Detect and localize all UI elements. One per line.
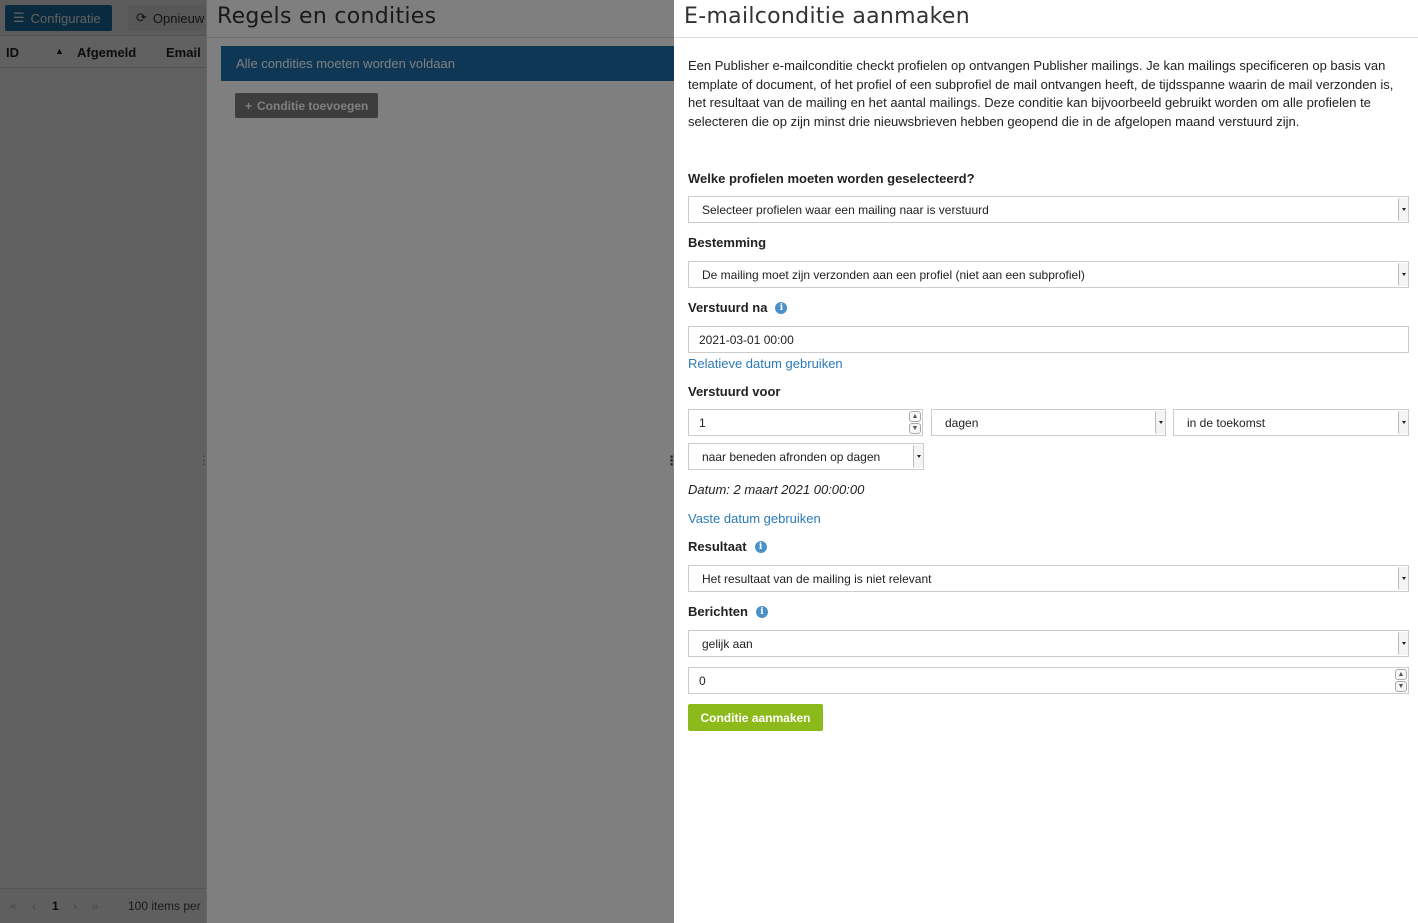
chevron-down-icon [1398,632,1408,655]
create-condition-button[interactable]: Conditie aanmaken [688,704,823,731]
result-label-text: Resultaat [688,539,747,554]
divider [674,37,1418,38]
configure-label: Configuratie [30,10,101,26]
resize-handle-icon[interactable]: ⋮ [198,452,206,468]
next-page-icon[interactable]: › [73,899,77,913]
sent-after-label-text: Verstuurd na [688,300,768,315]
destination-label: Bestemming [688,235,766,250]
sent-after-input[interactable]: 2021-03-01 00:00 [688,326,1409,353]
items-per-page[interactable]: 100 items per [128,899,201,913]
result-select[interactable]: Het resultaat van de mailing is niet rel… [688,565,1409,592]
plus-icon: + [245,98,253,113]
number-stepper[interactable]: ▲ ▼ [909,411,921,434]
messages-count: 0 [699,673,706,688]
chevron-down-icon [1398,198,1408,221]
pager: « ‹ 1 › » 100 items per [0,888,206,923]
info-icon[interactable]: i [755,605,768,618]
sliders-icon: ☰ [13,10,25,25]
column-header-afgemeld[interactable]: Afgemeld [77,45,136,60]
last-page-icon[interactable]: » [92,899,99,913]
messages-label-text: Berichten [688,604,748,619]
email-condition-dialog: E-mailconditie aanmaken Een Publisher e-… [674,0,1418,923]
conditions-banner: Alle condities moeten worden voldaan [221,46,675,81]
destination-label-text: Bestemming [688,235,767,250]
add-condition-button[interactable]: + Conditie toevoegen [235,93,379,118]
result-select-value: Het resultaat van de mailing is niet rel… [702,571,932,586]
table-header: ID ▲ Afgemeld Email [0,36,206,68]
refresh-button[interactable]: ⟳ Opnieuw [128,5,206,31]
sort-asc-icon[interactable]: ▲ [55,46,64,56]
sent-before-amount: 1 [699,415,706,430]
refresh-icon: ⟳ [136,10,147,25]
column-header-email[interactable]: Email [166,45,201,60]
destination-select[interactable]: De mailing moet zijn verzonden aan een p… [688,261,1409,288]
chevron-down-icon [913,445,923,468]
result-label: Resultaat i [688,539,767,554]
stepper-down-icon[interactable]: ▼ [1395,681,1407,692]
sent-before-direction-select[interactable]: in de toekomst [1173,409,1409,436]
add-condition-label: Conditie toevoegen [257,98,369,113]
messages-count-input[interactable]: 0 ▲ ▼ [688,667,1409,694]
refresh-label: Opnieuw [152,10,205,26]
sent-before-amount-input[interactable]: 1 ▲ ▼ [688,409,923,436]
messages-operator: gelijk aan [702,636,753,651]
destination-select-value: De mailing moet zijn verzonden aan een p… [702,267,1085,282]
sent-after-value: 2021-03-01 00:00 [699,332,794,347]
divider [207,37,675,38]
profiles-label-text: Welke profielen moeten worden geselectee… [688,171,975,186]
profiles-select[interactable]: Selecteer profielen waar een mailing naa… [688,196,1409,223]
panel-title: Regels en condities [217,4,437,29]
rules-panel: Regels en condities Alle condities moete… [206,0,678,923]
chevron-down-icon [1398,411,1408,434]
profiles-select-value: Selecteer profielen waar een mailing naa… [702,202,989,217]
prev-page-icon[interactable]: ‹ [32,899,36,913]
sent-before-unit-select[interactable]: dagen [931,409,1166,436]
configure-button[interactable]: ☰ Configuratie [5,5,112,31]
fixed-date-link[interactable]: Vaste datum gebruiken [688,511,821,526]
chevron-down-icon [1398,567,1408,590]
info-icon[interactable]: i [775,301,788,314]
toolbar: ☰ Configuratie ⟳ Opnieuw [0,0,206,36]
dialog-title: E-mailconditie aanmaken [684,4,970,29]
stepper-up-icon[interactable]: ▲ [1395,669,1407,680]
rounding-select[interactable]: naar beneden afronden op dagen [688,443,924,470]
column-header-id[interactable]: ID [6,45,19,60]
info-icon[interactable]: i [754,540,767,553]
sent-before-label: Verstuurd voor [688,384,780,399]
sent-before-unit: dagen [945,415,979,430]
stepper-up-icon[interactable]: ▲ [909,411,921,422]
profiles-label: Welke profielen moeten worden geselectee… [688,171,975,186]
current-page[interactable]: 1 [52,899,59,913]
sent-before-direction: in de toekomst [1187,415,1266,430]
number-stepper[interactable]: ▲ ▼ [1395,669,1407,692]
chevron-down-icon [1155,411,1165,434]
sent-before-label-text: Verstuurd voor [688,384,781,399]
chevron-down-icon [1398,263,1408,286]
sent-after-label: Verstuurd na i [688,300,788,315]
background-app: ☰ Configuratie ⟳ Opnieuw ID ▲ Afgemeld E… [0,0,206,923]
first-page-icon[interactable]: « [10,899,17,913]
messages-operator-select[interactable]: gelijk aan [688,630,1409,657]
stepper-down-icon[interactable]: ▼ [909,423,921,434]
rounding-value: naar beneden afronden op dagen [702,449,881,464]
messages-label: Berichten i [688,604,768,619]
relative-date-link[interactable]: Relatieve datum gebruiken [688,356,843,371]
computed-date-note: Datum: 2 maart 2021 00:00:00 [688,482,865,497]
dialog-description: Een Publisher e-mailconditie checkt prof… [688,58,1394,129]
